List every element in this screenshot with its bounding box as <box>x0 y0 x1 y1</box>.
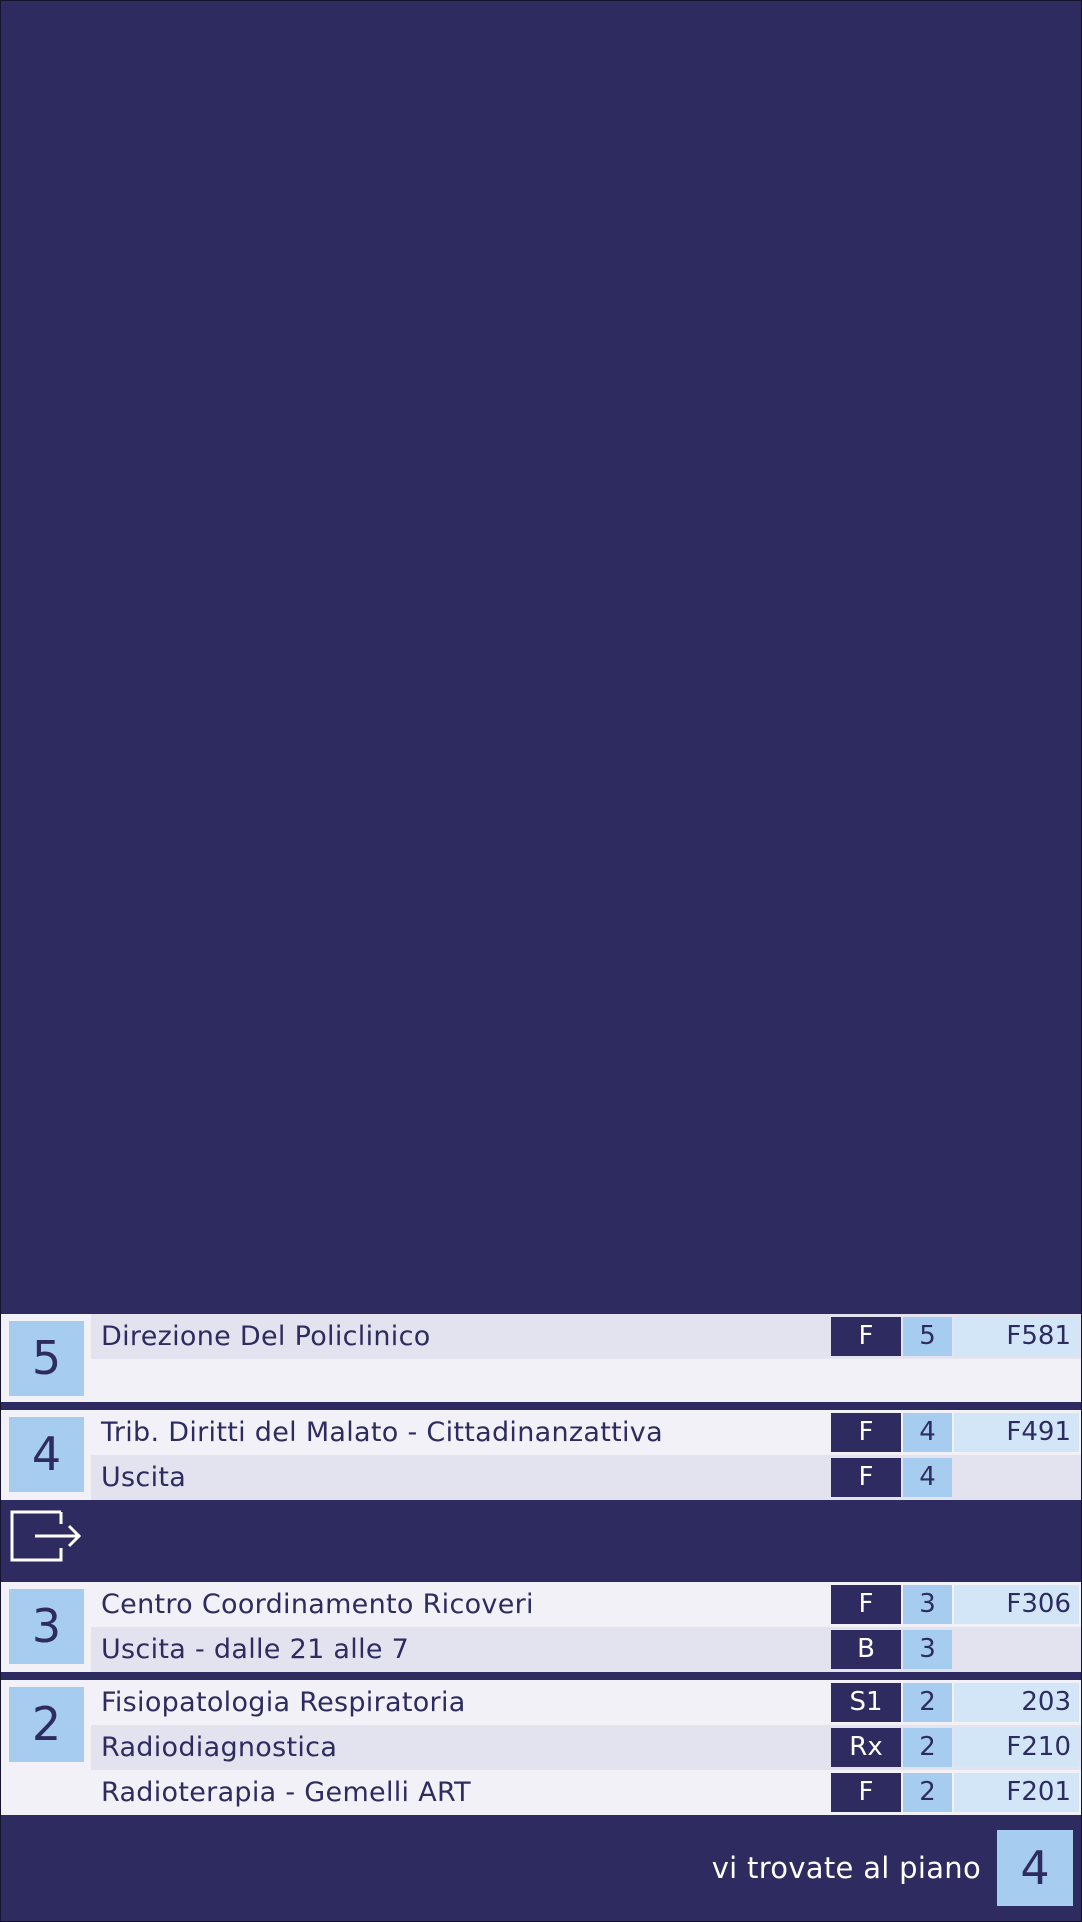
current-floor-indicator: vi trovate al piano 4 <box>1 1830 1081 1906</box>
department-name: Centro Coordinamento Ricoveri <box>101 1589 534 1620</box>
floor-number-cell: 4 <box>1 1410 91 1500</box>
floor-2-section: 2 Fisiopatologia Respiratoria S1 2 203 R… <box>1 1680 1081 1815</box>
room-code: F581 <box>954 1317 1079 1356</box>
exit-icon <box>10 1510 82 1562</box>
exit-band <box>1 1500 1081 1582</box>
room-code: F201 <box>954 1773 1079 1812</box>
floor-4-section: 4 Trib. Diritti del Malato - Cittadinanz… <box>1 1410 1081 1500</box>
room-code <box>954 1458 1079 1497</box>
floor-directory: 5 Direzione Del Policlinico F 5 F581 4 T… <box>1 1314 1081 1815</box>
level-code: 2 <box>903 1683 952 1722</box>
level-code: 5 <box>903 1317 952 1356</box>
directory-row: Direzione Del Policlinico F 5 F581 <box>91 1314 1081 1359</box>
department-name: Fisiopatologia Respiratoria <box>101 1687 466 1718</box>
level-code: 2 <box>903 1773 952 1812</box>
floor-badge: 5 <box>9 1321 84 1396</box>
floor-number-cell: 5 <box>1 1314 91 1402</box>
room-code: F210 <box>954 1728 1079 1767</box>
floor-rows: Fisiopatologia Respiratoria S1 2 203 Rad… <box>91 1680 1081 1815</box>
room-code <box>954 1630 1079 1669</box>
floor-number-cell: 3 <box>1 1582 91 1672</box>
building-code: F <box>831 1773 901 1812</box>
level-code: 3 <box>903 1630 952 1669</box>
room-code: F306 <box>954 1585 1079 1624</box>
floor-badge: 2 <box>9 1687 84 1762</box>
room-code: 203 <box>954 1683 1079 1722</box>
floor-rows: Centro Coordinamento Ricoveri F 3 F306 U… <box>91 1582 1081 1672</box>
floor-3-section: 3 Centro Coordinamento Ricoveri F 3 F306… <box>1 1582 1081 1672</box>
directory-row: Radioterapia - Gemelli ART F 2 F201 <box>91 1770 1081 1815</box>
you-are-here-label: vi trovate al piano <box>711 1851 981 1885</box>
department-name: Uscita - dalle 21 alle 7 <box>101 1634 410 1665</box>
building-code: F <box>831 1317 901 1356</box>
room-code: F491 <box>954 1413 1079 1452</box>
current-floor-badge: 4 <box>997 1830 1073 1906</box>
level-code: 4 <box>903 1458 952 1497</box>
building-code: S1 <box>831 1683 901 1722</box>
directory-row: Uscita - dalle 21 alle 7 B 3 <box>91 1627 1081 1672</box>
floor-rows: Direzione Del Policlinico F 5 F581 <box>91 1314 1081 1402</box>
department-name: Uscita <box>101 1462 187 1493</box>
directory-row: Fisiopatologia Respiratoria S1 2 203 <box>91 1680 1081 1725</box>
divider <box>1 1402 1081 1410</box>
level-code: 3 <box>903 1585 952 1624</box>
department-name: Radioterapia - Gemelli ART <box>101 1777 471 1808</box>
department-name: Trib. Diritti del Malato - Cittadinanzat… <box>101 1417 663 1448</box>
directory-row: Radiodiagnostica Rx 2 F210 <box>91 1725 1081 1770</box>
building-code: B <box>831 1630 901 1669</box>
wayfinding-screen: 5 Direzione Del Policlinico F 5 F581 4 T… <box>0 0 1082 1922</box>
floor-5-section: 5 Direzione Del Policlinico F 5 F581 <box>1 1314 1081 1402</box>
building-code: F <box>831 1413 901 1452</box>
department-name: Direzione Del Policlinico <box>101 1321 431 1352</box>
directory-row: Uscita F 4 <box>91 1455 1081 1500</box>
floor-badge: 4 <box>9 1417 84 1492</box>
building-code: Rx <box>831 1728 901 1767</box>
floor-number-cell: 2 <box>1 1680 91 1815</box>
floor-badge: 3 <box>9 1589 84 1664</box>
department-name: Radiodiagnostica <box>101 1732 338 1763</box>
building-code: F <box>831 1585 901 1624</box>
building-code: F <box>831 1458 901 1497</box>
directory-row: Centro Coordinamento Ricoveri F 3 F306 <box>91 1582 1081 1627</box>
divider <box>1 1672 1081 1680</box>
floor-rows: Trib. Diritti del Malato - Cittadinanzat… <box>91 1410 1081 1500</box>
level-code: 2 <box>903 1728 952 1767</box>
level-code: 4 <box>903 1413 952 1452</box>
directory-row: Trib. Diritti del Malato - Cittadinanzat… <box>91 1410 1081 1455</box>
